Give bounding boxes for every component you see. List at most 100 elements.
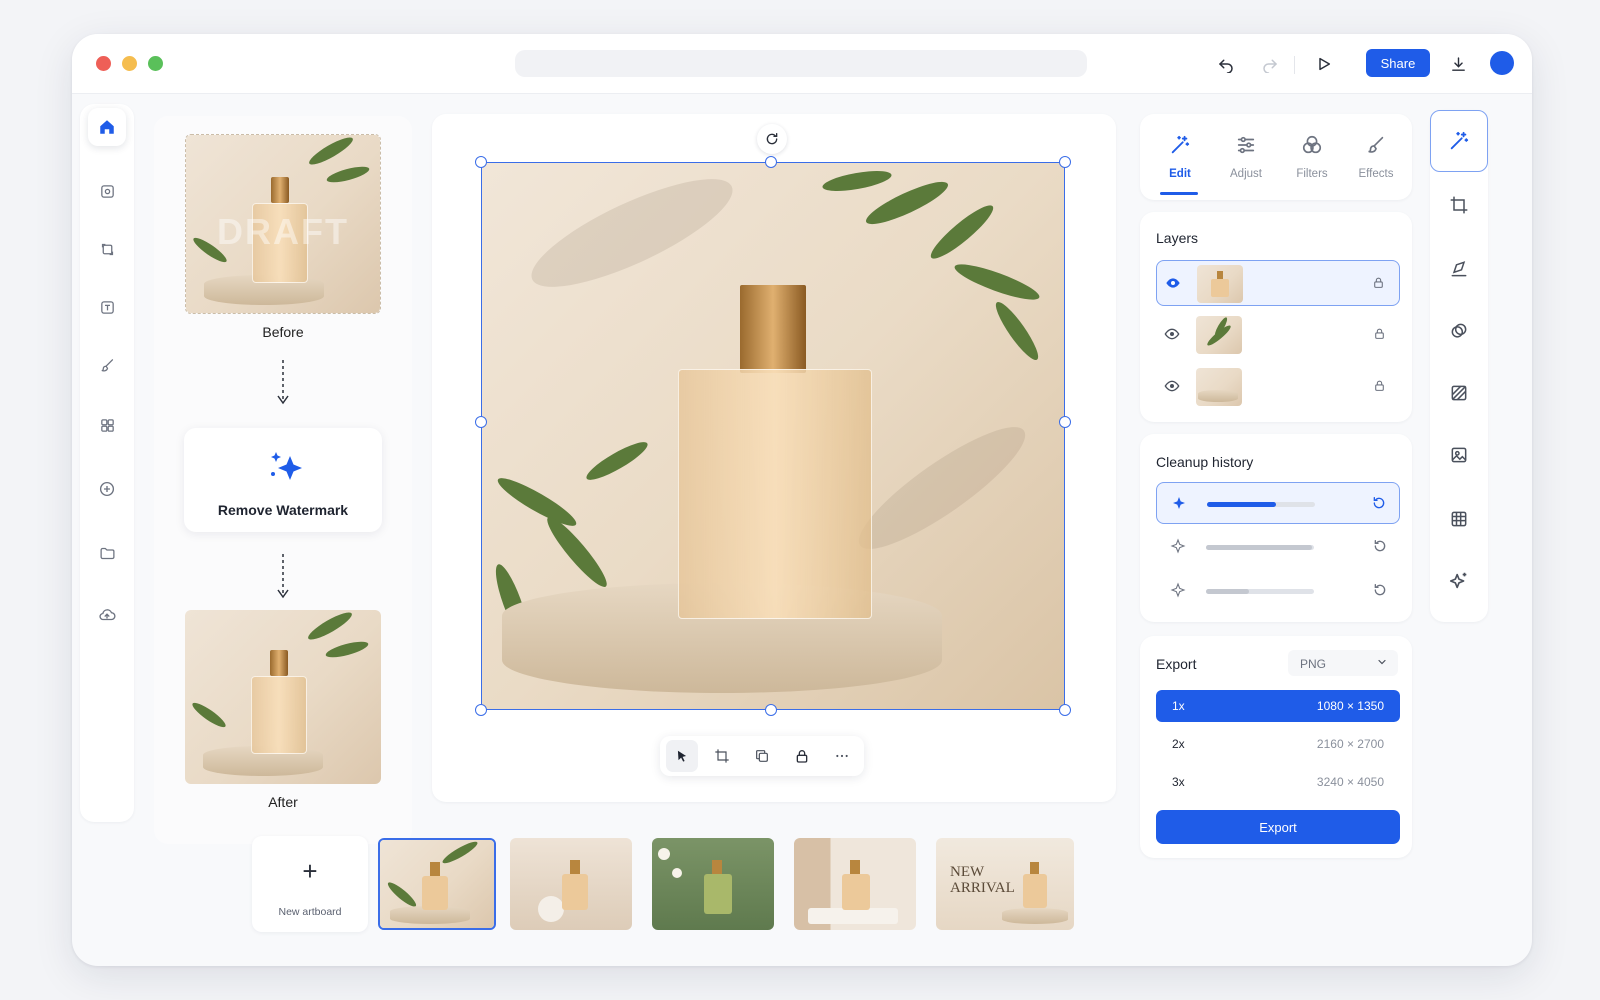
history-progress-fill bbox=[1206, 589, 1250, 594]
resize-handle-left[interactable] bbox=[475, 416, 487, 428]
duplicate-icon[interactable] bbox=[746, 740, 778, 772]
shapes-tool-icon[interactable] bbox=[1434, 306, 1484, 356]
left-toolbar bbox=[80, 104, 134, 822]
tab-adjust[interactable]: Adjust bbox=[1216, 132, 1276, 194]
history-progress-fill bbox=[1206, 545, 1312, 550]
resize-handle-top-left[interactable] bbox=[475, 156, 487, 168]
new-artboard-button[interactable]: + New artboard bbox=[252, 836, 368, 932]
artboard-filmstrip: + New artboard NEW ARRIVAL bbox=[252, 828, 1116, 948]
layer-lock-icon[interactable] bbox=[1373, 379, 1386, 397]
brush-tool-icon[interactable] bbox=[88, 346, 126, 384]
close-window-button[interactable] bbox=[96, 56, 111, 71]
play-preview-icon[interactable] bbox=[1309, 49, 1339, 79]
pen-tool-icon[interactable] bbox=[1434, 244, 1484, 294]
ai-sparkle-tool-icon[interactable] bbox=[1434, 556, 1484, 606]
format-select[interactable]: PNG bbox=[1288, 650, 1398, 676]
undo-icon[interactable] bbox=[1211, 49, 1241, 79]
magic-wand-tool-icon[interactable] bbox=[1430, 110, 1488, 172]
share-button[interactable]: Share bbox=[1366, 49, 1430, 77]
export-scale-option[interactable]: 3x 3240 × 4050 bbox=[1156, 766, 1400, 798]
history-row[interactable] bbox=[1156, 526, 1400, 568]
export-panel: Export PNG 1x 1080 × 1350 2x 2160 × 2700… bbox=[1140, 636, 1412, 858]
layer-thumbnail bbox=[1196, 316, 1242, 354]
cloud-upload-icon[interactable] bbox=[88, 596, 126, 634]
more-options-icon[interactable] bbox=[826, 740, 858, 772]
minimize-window-button[interactable] bbox=[122, 56, 137, 71]
history-row[interactable] bbox=[1156, 570, 1400, 612]
rotate-icon[interactable] bbox=[757, 124, 787, 154]
artboard-thumbnail[interactable] bbox=[794, 838, 916, 930]
eye-icon[interactable] bbox=[1164, 378, 1180, 399]
resize-handle-bottom-left[interactable] bbox=[475, 704, 487, 716]
canvas-toolbar bbox=[660, 736, 864, 776]
transform-icon[interactable] bbox=[88, 230, 126, 268]
layer-row[interactable] bbox=[1156, 312, 1400, 358]
download-icon[interactable] bbox=[1443, 49, 1473, 79]
pattern-tool-icon[interactable] bbox=[1434, 368, 1484, 418]
export-title: Export bbox=[1156, 656, 1197, 672]
redo-icon[interactable] bbox=[1255, 49, 1285, 79]
layer-row[interactable] bbox=[1156, 260, 1400, 306]
resize-handle-right[interactable] bbox=[1059, 416, 1071, 428]
after-image[interactable] bbox=[185, 610, 381, 784]
tab-filters[interactable]: Filters bbox=[1282, 132, 1342, 194]
user-avatar[interactable] bbox=[1490, 51, 1514, 75]
scale-size: 3240 × 4050 bbox=[1316, 775, 1384, 789]
artboard-thumbnail[interactable] bbox=[378, 838, 496, 930]
layer-lock-icon[interactable] bbox=[1372, 276, 1385, 294]
revert-icon[interactable] bbox=[1372, 582, 1388, 603]
sparkle-icon bbox=[1171, 495, 1187, 516]
eye-icon[interactable] bbox=[1164, 326, 1180, 347]
resize-handle-top[interactable] bbox=[765, 156, 777, 168]
revert-icon[interactable] bbox=[1372, 538, 1388, 559]
title-bar: Share bbox=[72, 34, 1532, 94]
active-tab-indicator bbox=[1160, 192, 1198, 195]
artboard-thumbnail[interactable] bbox=[510, 838, 632, 930]
frame-icon[interactable] bbox=[88, 172, 126, 210]
text-tool-icon[interactable] bbox=[88, 288, 126, 326]
remove-watermark-card[interactable]: Remove Watermark bbox=[184, 428, 382, 532]
add-element-icon[interactable] bbox=[88, 470, 126, 508]
sliders-icon bbox=[1235, 134, 1257, 161]
export-scale-option[interactable]: 1x 1080 × 1350 bbox=[1156, 690, 1400, 722]
remove-watermark-label: Remove Watermark bbox=[217, 502, 349, 518]
flow-arrow-2 bbox=[277, 554, 289, 599]
sparkle-icon bbox=[1170, 538, 1186, 559]
lock-icon[interactable] bbox=[786, 740, 818, 772]
resize-handle-bottom-right[interactable] bbox=[1059, 704, 1071, 716]
canvas-area bbox=[432, 114, 1116, 802]
sparkle-icon bbox=[266, 448, 306, 493]
folder-icon[interactable] bbox=[88, 534, 126, 572]
eye-icon[interactable] bbox=[1165, 275, 1181, 296]
artboard-thumbnail[interactable]: NEW ARRIVAL bbox=[936, 838, 1074, 930]
flow-arrow-1 bbox=[277, 360, 289, 405]
grid-icon[interactable] bbox=[88, 406, 126, 444]
document-title-bar[interactable] bbox=[515, 50, 1087, 77]
layer-lock-icon[interactable] bbox=[1373, 327, 1386, 345]
home-icon[interactable] bbox=[88, 108, 126, 146]
before-image[interactable]: DRAFT bbox=[185, 134, 381, 314]
tab-effects[interactable]: Effects bbox=[1346, 132, 1406, 194]
transparency-tool-icon[interactable] bbox=[1434, 494, 1484, 544]
scale-size: 2160 × 2700 bbox=[1316, 737, 1384, 751]
edit-tabs: Edit Adjust Filters Effects bbox=[1140, 114, 1412, 200]
maximize-window-button[interactable] bbox=[148, 56, 163, 71]
export-button[interactable]: Export bbox=[1156, 810, 1400, 844]
selection-box[interactable] bbox=[481, 162, 1065, 710]
export-scale-option[interactable]: 2x 2160 × 2700 bbox=[1156, 728, 1400, 760]
resize-handle-bottom[interactable] bbox=[765, 704, 777, 716]
tab-edit-label: Edit bbox=[1169, 168, 1191, 180]
brush-icon bbox=[1365, 134, 1387, 161]
tab-edit[interactable]: Edit bbox=[1150, 132, 1210, 194]
history-progress-fill bbox=[1207, 502, 1277, 507]
pointer-icon[interactable] bbox=[666, 740, 698, 772]
revert-icon[interactable] bbox=[1371, 495, 1387, 516]
crop-tool-icon[interactable] bbox=[1434, 180, 1484, 230]
new-arrival-text: NEW ARRIVAL bbox=[950, 864, 1015, 896]
image-tool-icon[interactable] bbox=[1434, 430, 1484, 480]
resize-handle-top-right[interactable] bbox=[1059, 156, 1071, 168]
layer-row[interactable] bbox=[1156, 364, 1400, 410]
history-row[interactable] bbox=[1156, 482, 1400, 524]
artboard-thumbnail[interactable] bbox=[652, 838, 774, 930]
crop-icon[interactable] bbox=[706, 740, 738, 772]
